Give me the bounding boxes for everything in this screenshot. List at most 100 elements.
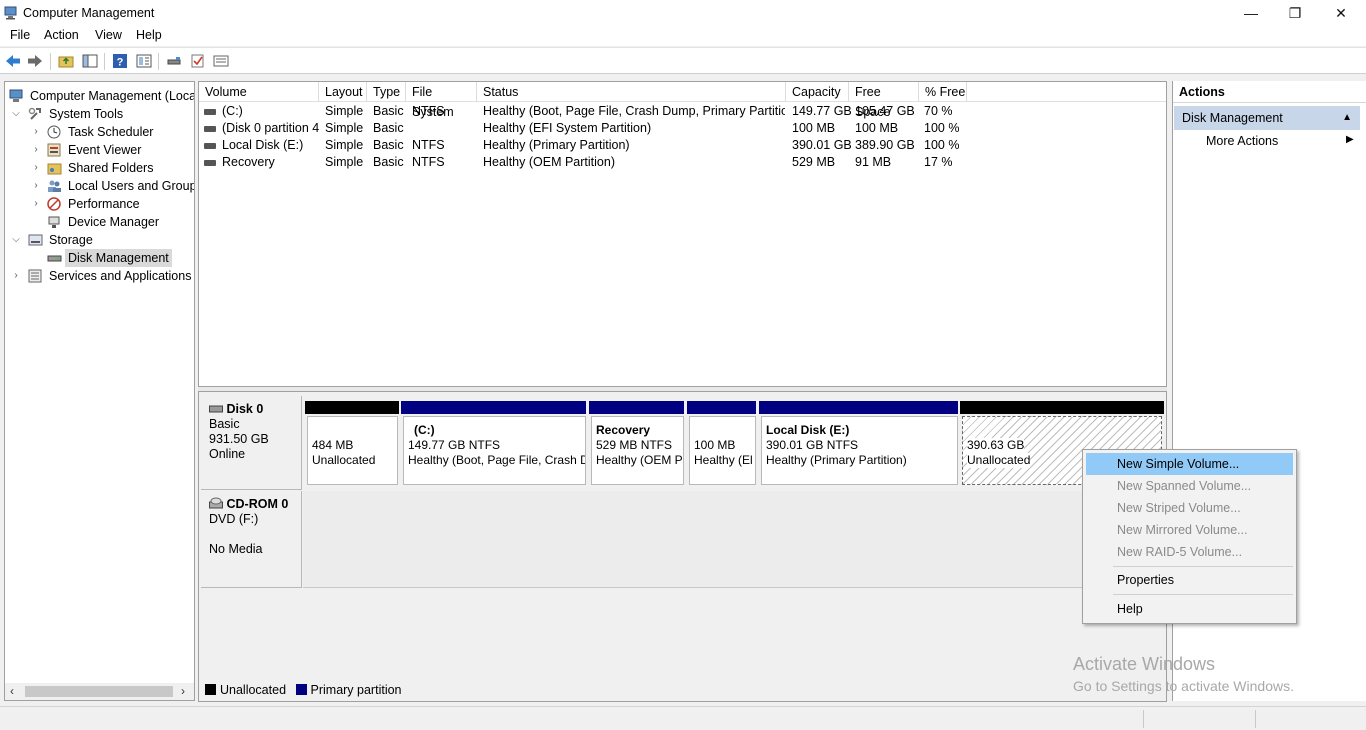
- tree-horizontal-scrollbar[interactable]: ‹ ›: [5, 683, 194, 700]
- partition-bar: [687, 401, 756, 414]
- volume-icon: [204, 126, 216, 132]
- restore-button[interactable]: ❐: [1272, 0, 1318, 26]
- table-row[interactable]: (C:) Simple Basic NTFS Healthy (Boot, Pa…: [199, 103, 1166, 120]
- tree-item-storage[interactable]: ⌵ Storage: [5, 231, 194, 249]
- cell-type: Basic: [373, 155, 404, 169]
- cell-capacity: 390.01 GB: [792, 138, 852, 152]
- event-viewer-icon: [47, 143, 61, 157]
- chevron-right-icon[interactable]: ›: [31, 159, 41, 177]
- tree-item-disk-management[interactable]: Disk Management: [5, 249, 194, 267]
- column-type[interactable]: Type: [367, 82, 406, 102]
- menu-properties[interactable]: Properties: [1086, 569, 1293, 591]
- table-row[interactable]: (Disk 0 partition 4) Simple Basic Health…: [199, 120, 1166, 137]
- menu-new-mirrored-volume[interactable]: New Mirrored Volume...: [1086, 519, 1293, 541]
- tree-item-performance[interactable]: › Performance: [5, 195, 194, 213]
- cell-status: Healthy (EFI System Partition): [483, 121, 652, 135]
- clock-icon: [47, 125, 61, 139]
- column-capacity[interactable]: Capacity: [786, 82, 849, 102]
- partition-efi[interactable]: 100 MB Healthy (El: [689, 416, 756, 485]
- chevron-right-icon[interactable]: ›: [31, 195, 41, 213]
- cell-type: Basic: [373, 121, 404, 135]
- column-free-space[interactable]: Free Space: [849, 82, 919, 119]
- help-icon[interactable]: ?: [112, 53, 128, 69]
- up-folder-icon[interactable]: [58, 53, 74, 69]
- column-volume[interactable]: Volume: [199, 82, 319, 102]
- menu-view[interactable]: View: [95, 28, 122, 42]
- cell-capacity: 529 MB: [792, 155, 836, 169]
- section-label: Disk Management: [1182, 111, 1283, 125]
- partition-bar: [960, 401, 1164, 414]
- partition-status: Healthy (Primary Partition): [766, 453, 907, 467]
- minimize-button[interactable]: —: [1228, 0, 1274, 26]
- tree-item-device-manager[interactable]: Device Manager: [5, 213, 194, 231]
- menu-separator: [1113, 594, 1293, 595]
- chevron-down-icon[interactable]: ⌵: [11, 231, 21, 249]
- tree-item-event-viewer[interactable]: › Event Viewer: [5, 141, 194, 159]
- partition-recovery[interactable]: Recovery 529 MB NTFS Healthy (OEM P: [591, 416, 684, 485]
- tree-item-services[interactable]: › Services and Applications: [5, 267, 194, 285]
- users-icon: [48, 180, 61, 192]
- menu-help[interactable]: Help: [1086, 598, 1293, 620]
- column-status[interactable]: Status: [477, 82, 786, 102]
- menu-new-striped-volume[interactable]: New Striped Volume...: [1086, 497, 1293, 519]
- menu-new-raid5-volume[interactable]: New RAID-5 Volume...: [1086, 541, 1293, 563]
- cdrom-0-label[interactable]: CD-ROM 0 DVD (F:) No Media: [201, 491, 302, 588]
- partition-title: [312, 423, 397, 438]
- cell-type: Basic: [373, 104, 404, 118]
- status-bar: [0, 706, 1366, 730]
- chevron-down-icon[interactable]: ⌵: [11, 105, 21, 123]
- tree-item-local-users[interactable]: › Local Users and Groups: [5, 177, 194, 195]
- tree-item-computer-management[interactable]: Computer Management (Local: [5, 87, 194, 105]
- menu-new-simple-volume[interactable]: New Simple Volume...: [1086, 453, 1293, 475]
- actions-section-disk-management[interactable]: Disk Management ▲: [1174, 106, 1360, 130]
- tree-label: Event Viewer: [68, 143, 142, 157]
- column-percent-free[interactable]: % Free: [919, 82, 967, 102]
- list-icon[interactable]: [213, 53, 229, 69]
- partition-local-disk-e[interactable]: Local Disk (E:) 390.01 GB NTFS Healthy (…: [761, 416, 958, 485]
- console-tree: Computer Management (Local ⌵ System Tool…: [4, 81, 195, 701]
- menu-file[interactable]: File: [10, 28, 30, 42]
- connect-icon[interactable]: [166, 53, 182, 69]
- menu-action[interactable]: Action: [44, 28, 79, 42]
- tree-item-task-scheduler[interactable]: › Task Scheduler: [5, 123, 194, 141]
- cell-capacity: 100 MB: [792, 121, 836, 135]
- collapse-up-icon[interactable]: ▲: [1342, 106, 1352, 130]
- scrollbar-thumb[interactable]: [25, 686, 173, 697]
- column-file-system[interactable]: File System: [406, 82, 477, 119]
- partition-unallocated-484mb[interactable]: 484 MB Unallocated: [307, 416, 398, 485]
- chevron-right-icon[interactable]: ›: [31, 177, 41, 195]
- partition-size: 100 MB: [694, 438, 736, 452]
- check-icon[interactable]: [190, 53, 206, 69]
- tree-item-system-tools[interactable]: ⌵ System Tools: [5, 105, 194, 123]
- tree-label: Device Manager: [68, 215, 160, 229]
- back-icon[interactable]: [5, 53, 21, 69]
- properties-icon[interactable]: [136, 53, 152, 69]
- show-hide-tree-icon[interactable]: [82, 53, 98, 69]
- cdrom-media: No Media: [209, 542, 263, 556]
- cell-volume: (C:): [222, 104, 243, 118]
- close-button[interactable]: ✕: [1318, 0, 1364, 26]
- partition-c[interactable]: (C:) 149.77 GB NTFS Healthy (Boot, Page …: [403, 416, 586, 485]
- tree-item-shared-folders[interactable]: › Shared Folders: [5, 159, 194, 177]
- scroll-right-icon[interactable]: ›: [181, 684, 185, 698]
- table-row[interactable]: Recovery Simple Basic NTFS Healthy (OEM …: [199, 154, 1166, 171]
- toolbar-separator: [158, 53, 159, 70]
- column-layout[interactable]: Layout: [319, 82, 367, 102]
- chevron-right-icon[interactable]: ›: [31, 123, 41, 141]
- scroll-left-icon[interactable]: ‹: [10, 684, 14, 698]
- forward-icon[interactable]: [27, 53, 43, 69]
- more-actions[interactable]: More Actions: [1206, 134, 1278, 148]
- table-row[interactable]: Local Disk (E:) Simple Basic NTFS Health…: [199, 137, 1166, 154]
- context-menu: New Simple Volume... New Spanned Volume.…: [1082, 449, 1297, 624]
- chevron-right-icon[interactable]: ›: [11, 267, 21, 285]
- submenu-arrow-icon: ▶: [1346, 134, 1354, 145]
- watermark-title: Activate Windows: [1073, 654, 1216, 674]
- chevron-right-icon[interactable]: ›: [31, 141, 41, 159]
- window-title: Computer Management: [23, 6, 155, 20]
- menu-new-spanned-volume[interactable]: New Spanned Volume...: [1086, 475, 1293, 497]
- partition-title: Local Disk (E:): [766, 423, 850, 437]
- shared-folder-icon: [47, 163, 62, 175]
- menu-help[interactable]: Help: [136, 28, 162, 42]
- cdrom-volume-area[interactable]: [303, 491, 1166, 588]
- disk-0-label[interactable]: Disk 0 Basic 931.50 GB Online: [201, 396, 302, 490]
